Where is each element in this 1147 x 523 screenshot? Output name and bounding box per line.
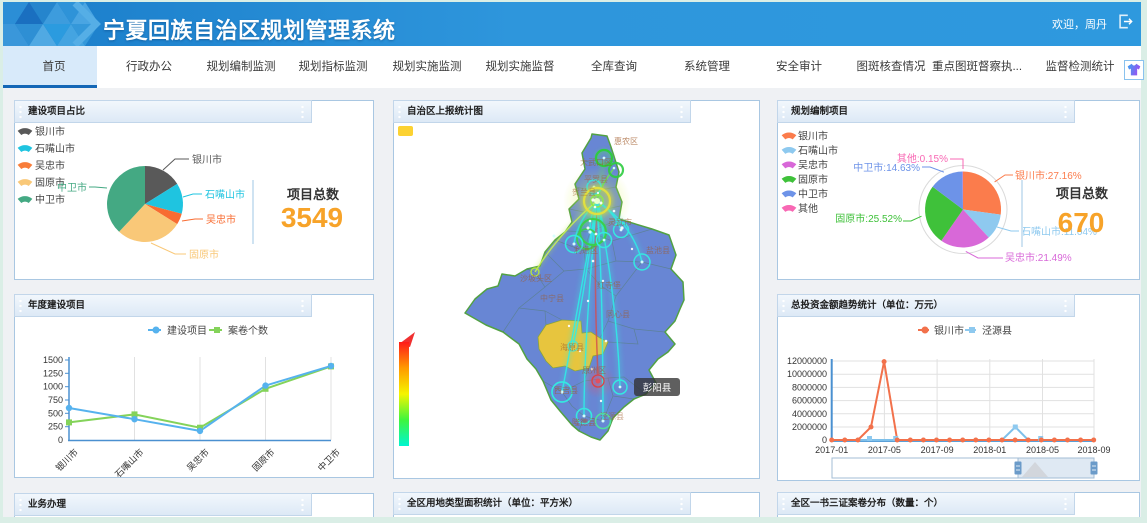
svg-text:泾源县: 泾源县 (600, 412, 624, 421)
svg-text:银川市: 银川市 (35, 125, 65, 138)
svg-text:同心县: 同心县 (606, 310, 630, 319)
svg-text:其他: 其他 (798, 202, 818, 215)
svg-text:2000000: 2000000 (792, 422, 827, 432)
svg-text:1500: 1500 (43, 355, 63, 365)
svg-text:石嘴山市: 石嘴山市 (35, 142, 75, 155)
svg-text:灵武市: 灵武市 (608, 217, 632, 227)
svg-text:中宁县: 中宁县 (540, 293, 564, 303)
svg-text:惠农区: 惠农区 (614, 136, 638, 146)
svg-text:盐池县: 盐池县 (646, 245, 670, 255)
svg-text:案卷个数: 案卷个数 (228, 324, 268, 337)
svg-text:固原市:25.52%: 固原市:25.52% (835, 212, 902, 225)
svg-text:银川市:27.16%: 银川市:27.16% (1015, 169, 1082, 182)
svg-text:2017-05: 2017-05 (868, 445, 901, 455)
svg-text:12000000: 12000000 (787, 356, 827, 366)
svg-text:中卫市:14.63%: 中卫市:14.63% (853, 161, 920, 174)
svg-text:银川市: 银川市 (798, 129, 828, 142)
svg-text:吴忠市:21.49%: 吴忠市:21.49% (1005, 251, 1072, 264)
svg-text:1000: 1000 (43, 382, 63, 392)
svg-text:固原市: 固原市 (798, 173, 828, 186)
svg-text:0: 0 (58, 435, 63, 445)
svg-text:中卫市: 中卫市 (57, 181, 87, 194)
svg-text:250: 250 (48, 422, 63, 432)
svg-text:彭阳县: 彭阳县 (643, 382, 672, 394)
svg-text:大武口区: 大武口区 (580, 157, 612, 167)
svg-text:2017-01: 2017-01 (815, 445, 848, 455)
svg-text:隆德县: 隆德县 (572, 417, 596, 427)
svg-text:1250: 1250 (43, 368, 63, 378)
svg-text:固原市: 固原市 (189, 248, 219, 261)
svg-text:750: 750 (48, 395, 63, 405)
svg-text:原州区: 原州区 (582, 366, 606, 375)
svg-text:2018-05: 2018-05 (1026, 445, 1059, 455)
svg-text:吴忠市: 吴忠市 (184, 446, 211, 473)
svg-text:石嘴山市: 石嘴山市 (798, 144, 838, 157)
svg-text:吴忠市: 吴忠市 (35, 159, 65, 172)
svg-text:西吉县: 西吉县 (554, 386, 578, 395)
svg-text:平罗县: 平罗县 (584, 175, 608, 184)
svg-text:银川市: 银川市 (934, 324, 964, 337)
svg-text:沙坡头区: 沙坡头区 (520, 273, 552, 283)
svg-text:4000000: 4000000 (792, 409, 827, 419)
svg-text:贺兰县: 贺兰县 (572, 187, 596, 197)
svg-text:泾源县: 泾源县 (982, 324, 1012, 337)
svg-text:银川市: 银川市 (53, 446, 80, 473)
svg-text:中卫市: 中卫市 (35, 193, 65, 206)
svg-text:利通区: 利通区 (574, 245, 598, 255)
svg-text:建设项目: 建设项目 (167, 324, 207, 337)
svg-text:10000000: 10000000 (787, 369, 827, 379)
svg-text:中卫市: 中卫市 (798, 187, 828, 200)
svg-text:0: 0 (822, 435, 827, 445)
svg-text:2018-01: 2018-01 (973, 445, 1006, 455)
svg-text:吴忠市: 吴忠市 (206, 213, 236, 226)
svg-text:8000000: 8000000 (792, 382, 827, 392)
svg-text:中卫市: 中卫市 (315, 446, 342, 473)
svg-text:石嘴山市: 石嘴山市 (112, 446, 145, 477)
svg-text:2017-09: 2017-09 (921, 445, 954, 455)
svg-text:500: 500 (48, 408, 63, 418)
svg-text:吴忠市: 吴忠市 (798, 158, 828, 171)
svg-text:2018-09: 2018-09 (1077, 445, 1110, 455)
svg-text:6000000: 6000000 (792, 396, 827, 406)
svg-text:海原县: 海原县 (560, 342, 584, 352)
svg-text:红寺堡: 红寺堡 (597, 280, 621, 290)
svg-text:项目总数: 项目总数 (287, 187, 340, 202)
svg-text:固原市: 固原市 (250, 446, 277, 473)
svg-text:3549: 3549 (281, 202, 343, 233)
svg-text:670: 670 (1058, 207, 1105, 238)
svg-text:石嘴山市: 石嘴山市 (205, 188, 245, 201)
svg-text:银川市: 银川市 (192, 153, 222, 166)
svg-text:项目总数: 项目总数 (1056, 186, 1109, 201)
